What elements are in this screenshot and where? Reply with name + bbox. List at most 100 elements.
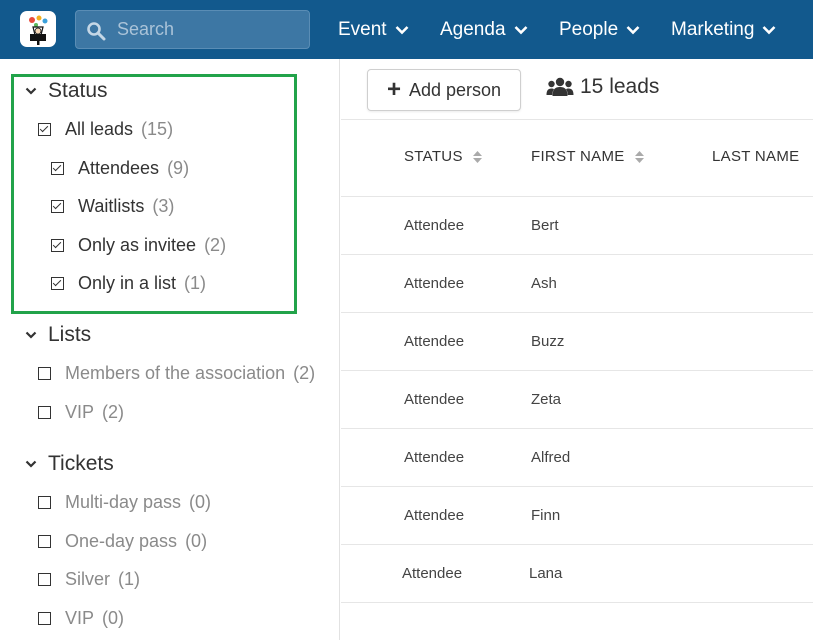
filter-label: Members of the association — [65, 363, 286, 383]
cell-status: Attendee — [402, 565, 463, 582]
filter-label: Attendees — [78, 158, 160, 178]
column-header-last-name[interactable]: LAST NAME — [712, 148, 799, 165]
search-icon — [87, 22, 106, 41]
filter-count: (15) — [141, 119, 174, 139]
chevron-down-icon — [763, 25, 776, 34]
table-header: STATUS FIRST NAME LAST NAME — [341, 120, 813, 197]
sort-icon[interactable] — [634, 150, 644, 163]
chevron-down-icon — [25, 331, 37, 339]
filter-label: Only as invitee — [78, 235, 197, 255]
table-row[interactable]: Attendee Buzz — [341, 313, 813, 371]
cell-first-name: Alfred — [531, 449, 571, 466]
filter-count: (3) — [152, 196, 175, 216]
filter-label: Waitlists — [78, 196, 145, 216]
filter-count: (1) — [184, 273, 207, 293]
cell-status: Attendee — [404, 449, 465, 466]
filter-all-leads[interactable]: All leads (15) — [38, 119, 173, 140]
filter-silver[interactable]: Silver (1) — [38, 569, 140, 590]
table-row[interactable]: Attendee Zeta — [341, 371, 813, 429]
filter-count: (0) — [185, 531, 208, 551]
filter-only-in-a-list[interactable]: Only in a list (1) — [51, 273, 206, 294]
nav-marketing[interactable]: Marketing — [671, 0, 776, 59]
cell-status: Attendee — [404, 275, 465, 292]
checkbox[interactable] — [38, 406, 51, 419]
checkbox[interactable] — [38, 573, 51, 586]
chevron-down-icon — [395, 25, 409, 34]
top-navigation-bar: Event Agenda People Marketing — [0, 0, 813, 59]
filter-multi-day-pass[interactable]: Multi-day pass (0) — [38, 492, 211, 513]
table-row[interactable]: Attendee Alfred — [341, 429, 813, 487]
chevron-down-icon — [25, 87, 37, 95]
filter-count: (1) — [118, 569, 141, 589]
chevron-down-icon — [25, 460, 37, 468]
leads-count: 15 leads — [546, 75, 659, 99]
filter-only-as-invitee[interactable]: Only as invitee (2) — [51, 235, 226, 256]
table-row[interactable]: Attendee Bert — [341, 197, 813, 255]
leads-count-label: 15 leads — [580, 75, 660, 98]
people-toolbar: + Add person 15 leads — [341, 59, 813, 120]
nav-agenda-label: Agenda — [440, 18, 506, 40]
cell-status: Attendee — [404, 217, 465, 234]
app-logo[interactable] — [20, 11, 56, 47]
tickets-section-title: Tickets — [48, 452, 114, 475]
plus-icon: + — [386, 76, 401, 103]
tickets-section-toggle[interactable]: Tickets — [25, 452, 114, 476]
status-section-title: Status — [48, 79, 108, 102]
column-header-status[interactable]: STATUS — [404, 148, 482, 165]
filter-list-vip[interactable]: VIP (2) — [38, 402, 124, 423]
search-input[interactable] — [117, 11, 302, 48]
filter-count: (2) — [204, 235, 227, 255]
filter-count: (2) — [293, 363, 316, 383]
column-header-label: STATUS — [404, 148, 463, 165]
table-row[interactable]: Attendee Ash — [341, 255, 813, 313]
people-table: STATUS FIRST NAME LAST NAME Attendee Ber… — [341, 120, 813, 640]
table-row[interactable]: Attendee Lana — [341, 545, 813, 603]
table-row[interactable]: Attendee Finn — [341, 487, 813, 545]
cell-first-name: Finn — [531, 507, 561, 524]
cell-status: Attendee — [404, 507, 465, 524]
chevron-down-icon — [626, 25, 640, 34]
nav-agenda[interactable]: Agenda — [440, 0, 528, 59]
cell-status: Attendee — [404, 391, 465, 408]
nav-people[interactable]: People — [559, 0, 640, 59]
filter-members-of-the-association[interactable]: Members of the association (2) — [38, 363, 315, 384]
column-header-label: LAST NAME — [712, 148, 800, 165]
cell-first-name: Ash — [531, 275, 557, 292]
lists-section-toggle[interactable]: Lists — [25, 323, 91, 347]
filter-label: Only in a list — [78, 273, 177, 293]
lists-section-title: Lists — [48, 323, 92, 346]
status-section-toggle[interactable]: Status — [25, 79, 108, 103]
filter-label: One-day pass — [65, 531, 178, 551]
filter-sidebar: Status All leads (15) Attendees (9) Wait… — [0, 59, 340, 640]
checkbox[interactable] — [51, 239, 64, 252]
nav-marketing-label: Marketing — [671, 18, 755, 40]
search-box[interactable] — [75, 10, 310, 49]
filter-label: Silver — [65, 569, 111, 589]
column-header-first-name[interactable]: FIRST NAME — [531, 148, 644, 165]
chevron-down-icon — [514, 25, 527, 34]
filter-waitlists[interactable]: Waitlists (3) — [51, 196, 174, 217]
checkbox[interactable] — [38, 496, 51, 509]
checkbox[interactable] — [51, 162, 64, 175]
filter-ticket-vip[interactable]: VIP (0) — [38, 608, 124, 629]
filter-count: (0) — [102, 608, 125, 628]
nav-event[interactable]: Event — [338, 0, 409, 59]
filter-label: Multi-day pass — [65, 492, 182, 512]
cell-first-name: Bert — [531, 217, 559, 234]
users-icon — [546, 77, 574, 96]
nav-event-label: Event — [338, 18, 387, 40]
add-person-button[interactable]: + Add person — [367, 69, 521, 111]
cell-first-name: Lana — [529, 565, 563, 582]
checkbox[interactable] — [51, 277, 64, 290]
checkbox[interactable] — [38, 535, 51, 548]
checkbox[interactable] — [38, 367, 51, 380]
cell-status: Attendee — [404, 333, 465, 350]
checkbox[interactable] — [51, 200, 64, 213]
checkbox[interactable] — [38, 612, 51, 625]
checkbox[interactable] — [38, 123, 51, 136]
sort-icon[interactable] — [472, 150, 482, 163]
cell-first-name: Buzz — [531, 333, 565, 350]
filter-count: (0) — [189, 492, 212, 512]
filter-one-day-pass[interactable]: One-day pass (0) — [38, 531, 207, 552]
filter-attendees[interactable]: Attendees (9) — [51, 158, 189, 179]
